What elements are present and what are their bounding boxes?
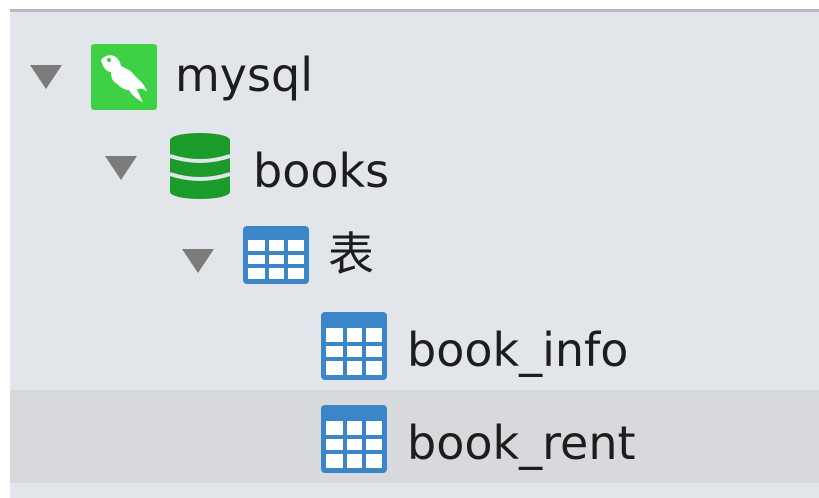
expand-triangle-icon[interactable] — [182, 249, 214, 273]
expand-triangle-icon[interactable] — [30, 65, 62, 89]
connection-label: mysql — [175, 48, 313, 102]
navigator-tree: mysql books 表 book_info book_rent — [10, 9, 819, 498]
tree-row-connection-mysql[interactable]: mysql — [10, 27, 819, 120]
database-label: books — [253, 144, 390, 198]
table-icon — [243, 226, 309, 284]
tree-row-table-book-info[interactable]: book_info — [10, 307, 819, 400]
mysql-dolphin-icon — [91, 44, 157, 110]
table-label: book_rent — [407, 416, 636, 470]
tree-row-tables-group[interactable]: 表 — [10, 215, 819, 308]
table-icon — [321, 312, 387, 380]
tables-group-label: 表 — [328, 227, 374, 281]
table-label: book_info — [407, 323, 629, 377]
expand-triangle-icon[interactable] — [105, 156, 137, 180]
tree-row-table-book-rent[interactable]: book_rent — [10, 390, 819, 483]
table-icon — [321, 405, 387, 473]
database-icon — [167, 132, 233, 200]
tree-row-database-books[interactable]: books — [10, 120, 819, 213]
